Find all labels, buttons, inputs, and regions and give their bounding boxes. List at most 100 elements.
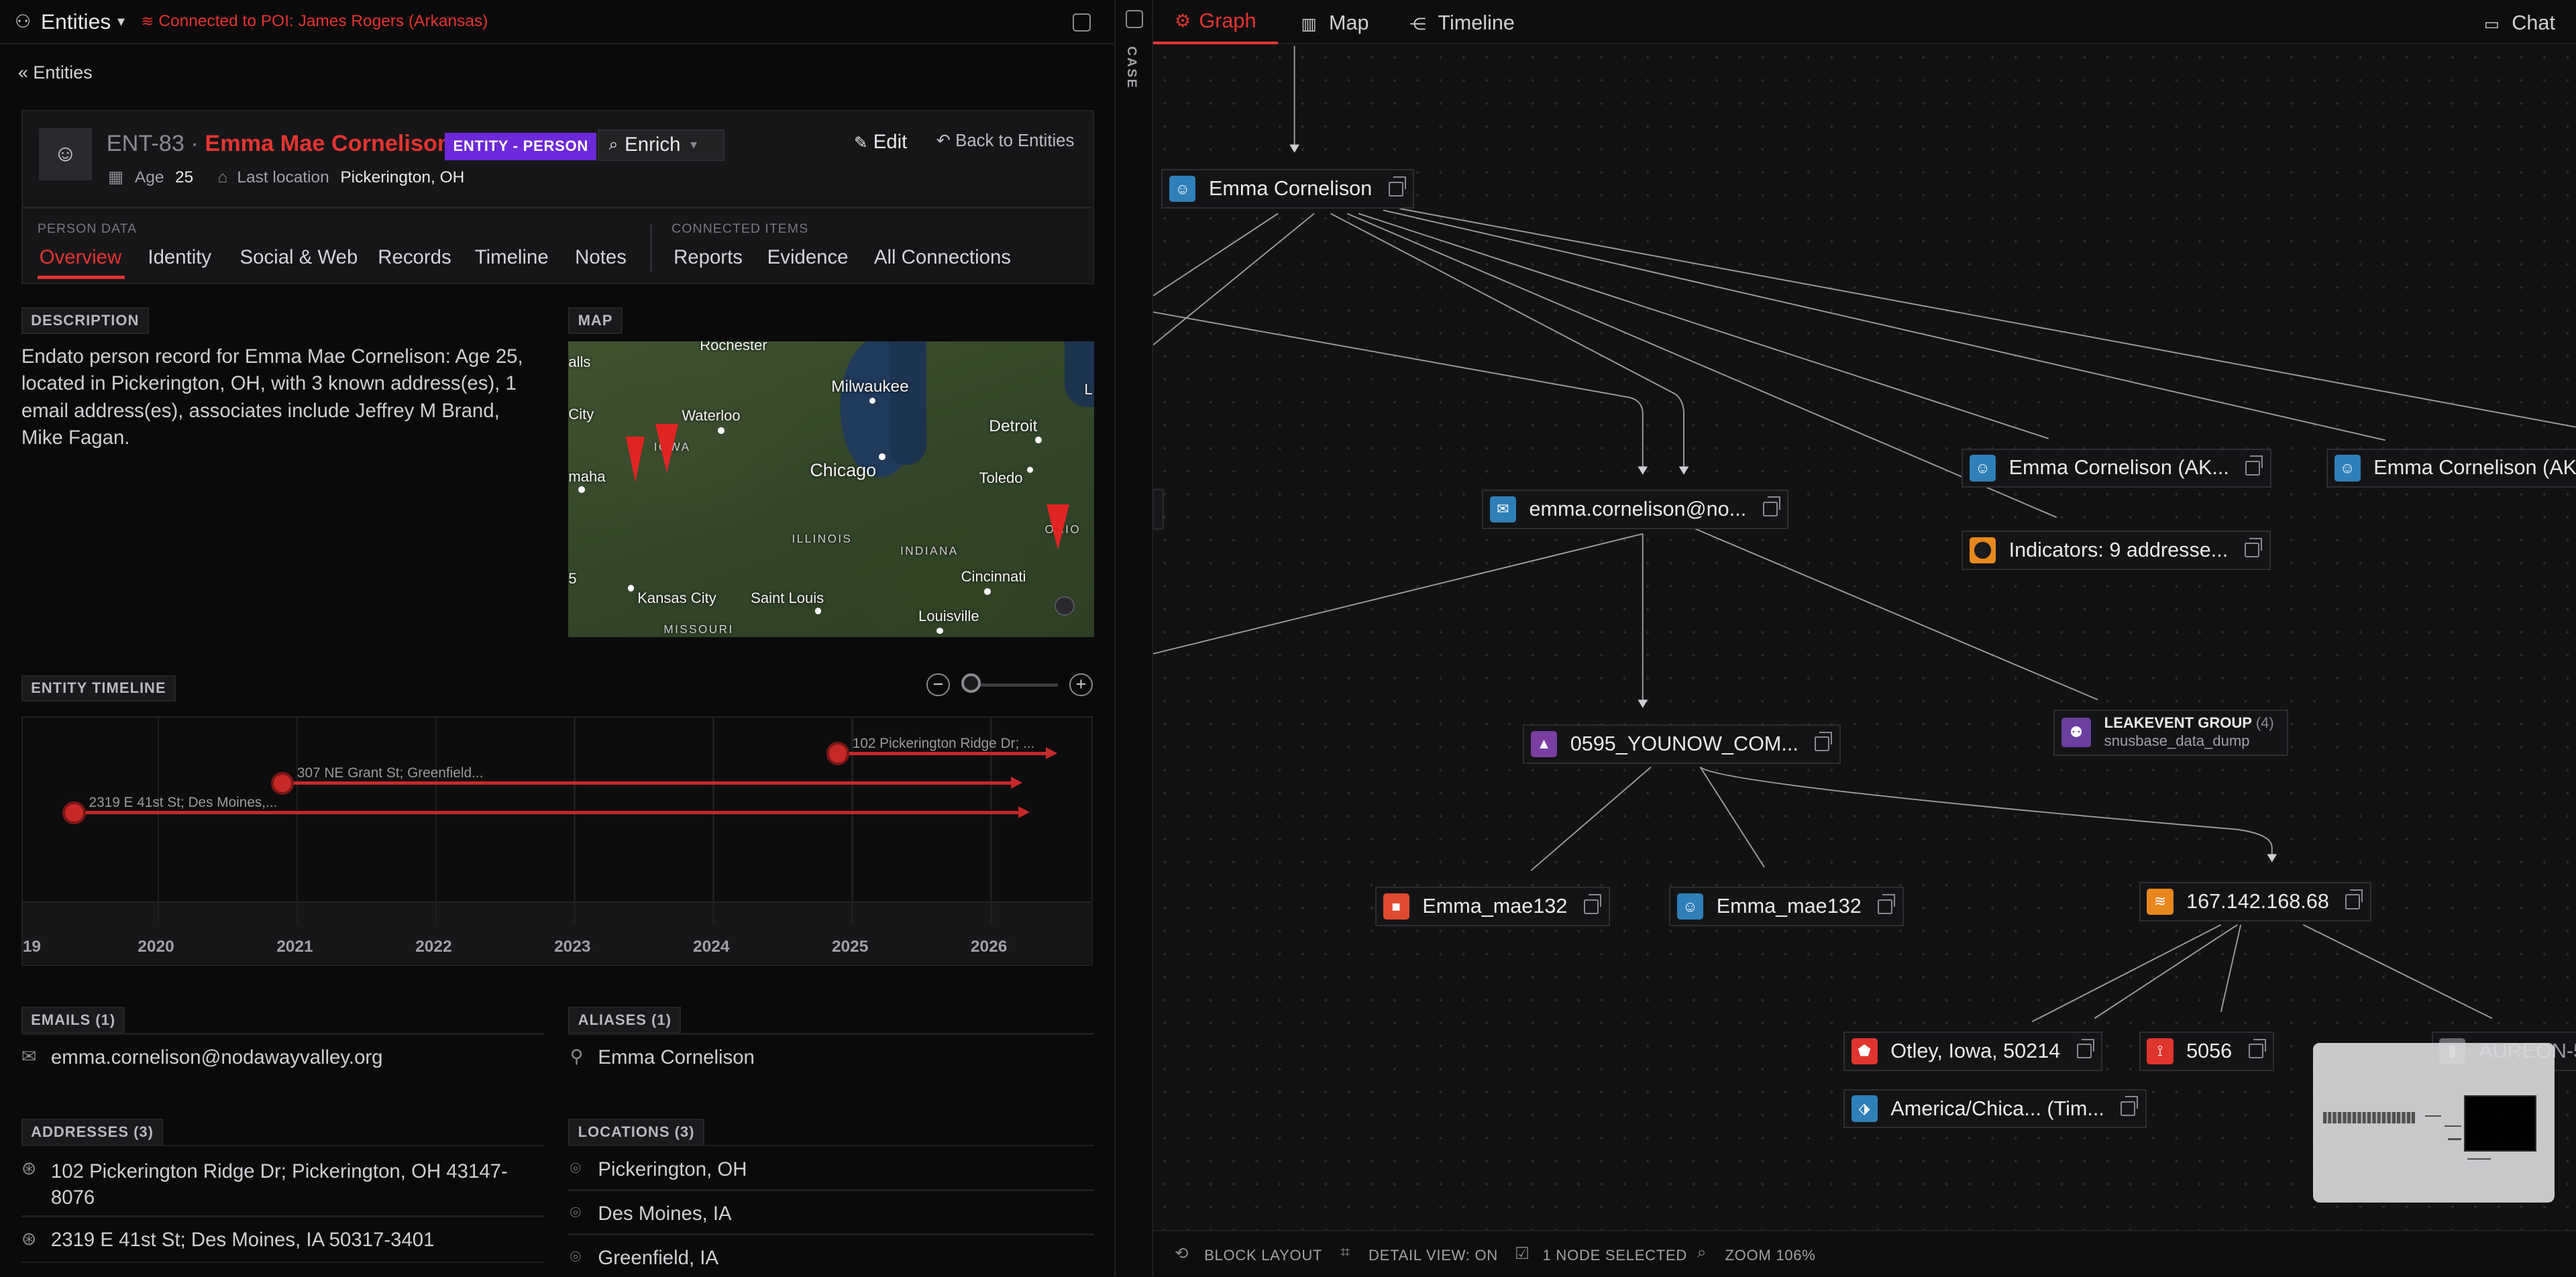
map-pin-icon: ⌾ — [570, 1158, 581, 1178]
connection-status: Connected to POI: James Rogers (Arkansas… — [158, 12, 488, 31]
copy-icon[interactable] — [2248, 1038, 2266, 1059]
tab-notes[interactable]: Notes — [575, 246, 627, 269]
timeline-event-bar[interactable] — [282, 781, 1012, 785]
map-pin-icon[interactable] — [655, 423, 679, 473]
arrow-right-icon — [1046, 746, 1057, 759]
graph-node-location[interactable]: ⬟ Otley, Iowa, 50214 — [1843, 1031, 2103, 1071]
edit-button[interactable]: ✎ Edit — [854, 131, 907, 154]
copy-icon[interactable] — [1762, 496, 1780, 517]
enrich-dropdown[interactable]: ⌕ Enrich ▾ — [597, 129, 724, 161]
location-icon: ⌂ — [217, 168, 228, 187]
chevron-down-icon: ▾ — [690, 137, 697, 153]
map-pin-icon[interactable] — [62, 801, 86, 824]
tab-records[interactable]: Records — [378, 246, 451, 269]
address-value: 102 Pickerington Ridge Dr; Pickerington,… — [50, 1160, 508, 1209]
tab-identity[interactable]: Identity — [148, 246, 211, 269]
tab-timeline[interactable]: Timeline — [475, 246, 549, 269]
network-icon: ⟟ — [2147, 1038, 2174, 1064]
map-city-label: Toledo — [979, 469, 1023, 487]
detail-view-toggle[interactable]: DETAIL VIEW: ON — [1368, 1247, 1498, 1264]
graph-node-breach[interactable]: ▲ 0595_YOUNOW_COM... — [1523, 724, 1841, 764]
map-pin-icon[interactable] — [270, 771, 294, 795]
graph-node-indicators[interactable]: Indicators: 9 addresse... — [1962, 531, 2271, 570]
collapse-panel-icon[interactable] — [1073, 13, 1091, 32]
graph-node-email[interactable]: ✉ emma.cornelison@no... — [1481, 489, 1789, 529]
graph-panel[interactable]: ⚙ Graph ▥ Map ⋲ Timeline ▭ Chat ☺ Emma C… — [1153, 0, 2576, 1276]
map-city-label: alls — [568, 353, 591, 370]
tab-all-connections[interactable]: All Connections — [874, 246, 1011, 269]
map-region-label: ILLINOIS — [792, 532, 853, 546]
graph-node-timezone[interactable]: ⬗ America/Chica... (Tim... — [1843, 1089, 2147, 1129]
tab-social-web[interactable]: Social & Web — [240, 246, 358, 269]
alias-value: Emma Cornelison — [598, 1046, 755, 1068]
back-to-entities-link[interactable]: « Entities — [18, 62, 93, 83]
zoom-in-button[interactable]: + — [1069, 673, 1093, 697]
map-pin-icon[interactable] — [1046, 504, 1069, 550]
location-value: Pickerington, OH — [598, 1158, 747, 1180]
zoom-out-button[interactable]: − — [926, 673, 950, 697]
entity-id: ENT-83 · — [106, 131, 199, 157]
chevrons-left-icon: « — [17, 62, 28, 83]
search-icon: ⌕ — [608, 135, 619, 154]
copy-icon[interactable] — [2245, 455, 2263, 476]
tag-icon: ⬗ — [1851, 1095, 1878, 1122]
block-layout-toggle[interactable]: BLOCK LAYOUT — [1204, 1247, 1322, 1264]
tab-reports[interactable]: Reports — [674, 246, 743, 269]
email-value[interactable]: emma.cornelison@nodawayvalley.org — [51, 1046, 383, 1069]
copy-icon[interactable] — [2345, 889, 2363, 909]
map-pin-icon[interactable] — [626, 437, 645, 482]
map-pin-icon: ⊛ — [21, 1228, 37, 1249]
copy-icon[interactable] — [1583, 894, 1601, 914]
back-to-entities-button[interactable]: ↶ Back to Entities — [936, 131, 1074, 151]
graph-node-username[interactable]: ■ Emma_mae132 — [1375, 887, 1610, 927]
location-map[interactable]: Rochester Milwaukee Waterloo Detroit Chi… — [568, 341, 1095, 638]
copy-icon[interactable] — [2076, 1038, 2094, 1059]
map-pin-icon[interactable] — [826, 742, 849, 765]
undo-icon: ↶ — [936, 131, 951, 151]
map-city-label: City — [568, 405, 594, 423]
timeline-chart[interactable]: 19 2020 2021 2022 2023 2024 2025 2026 102 Picke… — [21, 716, 1093, 966]
tab-overview[interactable]: Overview — [40, 246, 121, 269]
graph-minimap[interactable] — [2313, 1043, 2555, 1203]
entity-panel: ⚇ Entities ▾ ≋ Connected to POI: James R… — [0, 0, 1116, 1276]
timeline-year-tick: 2021 — [276, 937, 313, 956]
graph-node-username[interactable]: ☺ Emma_mae132 — [1669, 887, 1904, 927]
panel-toggle-icon[interactable] — [1125, 9, 1144, 28]
timeline-event-bar[interactable] — [74, 811, 1018, 815]
graph-node-leakevent-group[interactable]: ⚉ LEAKEVENT GROUP (4) snusbase_data_dump — [2053, 709, 2289, 756]
timeline-event-label: 307 NE Grant St; Greenfield... — [297, 765, 484, 781]
section-dropdown[interactable]: Entities — [41, 9, 111, 34]
person-icon: ☺ — [1169, 176, 1196, 203]
copy-icon[interactable] — [1815, 731, 1833, 752]
mail-icon: ✉ — [1489, 496, 1516, 522]
map-city-label: maha — [568, 467, 606, 485]
graph-node-person[interactable]: ☺ Emma Cornelison — [1161, 169, 1415, 209]
timeline-year-tick: 2023 — [554, 937, 591, 956]
tab-evidence[interactable]: Evidence — [767, 246, 849, 269]
timeline-event-bar[interactable] — [837, 752, 1046, 756]
copy-icon[interactable] — [1878, 894, 1896, 914]
address-value: 2319 E 41st St; Des Moines, IA 50317-340… — [50, 1228, 435, 1251]
last-location-value: Pickerington, OH — [340, 168, 465, 187]
copy-icon[interactable] — [1388, 176, 1406, 197]
mail-icon: ✉ — [21, 1046, 37, 1066]
map-attribution-icon[interactable] — [1055, 596, 1075, 616]
emails-label: EMAILS (1) — [21, 1007, 125, 1034]
chevron-down-icon[interactable]: ▾ — [117, 13, 125, 30]
aliases-label: ALIASES (1) — [568, 1007, 682, 1034]
case-sidebar[interactable]: CASE — [1115, 0, 1154, 1276]
minimap-viewport[interactable] — [2464, 1095, 2537, 1152]
graph-node-asn[interactable]: ⟟ 5056 — [2139, 1031, 2275, 1071]
map-pin-icon: ⊛ — [21, 1158, 37, 1178]
graph-node-person-ak[interactable]: ☺ Emma Cornelison (AK — [2326, 448, 2576, 488]
account-icon: ■ — [1383, 893, 1409, 920]
entities-icon: ⚇ — [15, 11, 32, 32]
timeline-zoom-handle[interactable] — [961, 673, 981, 693]
graph-node-ip-address[interactable]: ≋ 167.142.168.68 — [2139, 882, 2372, 922]
map-pin-icon: ⌾ — [570, 1246, 581, 1267]
copy-icon[interactable] — [2244, 537, 2262, 558]
person-data-group-label: PERSON DATA — [37, 221, 138, 237]
copy-icon[interactable] — [2121, 1096, 2139, 1117]
graph-node-person-ak[interactable]: ☺ Emma Cornelison (AK... — [1962, 448, 2272, 488]
connected-items-group-label: CONNECTED ITEMS — [672, 221, 809, 237]
